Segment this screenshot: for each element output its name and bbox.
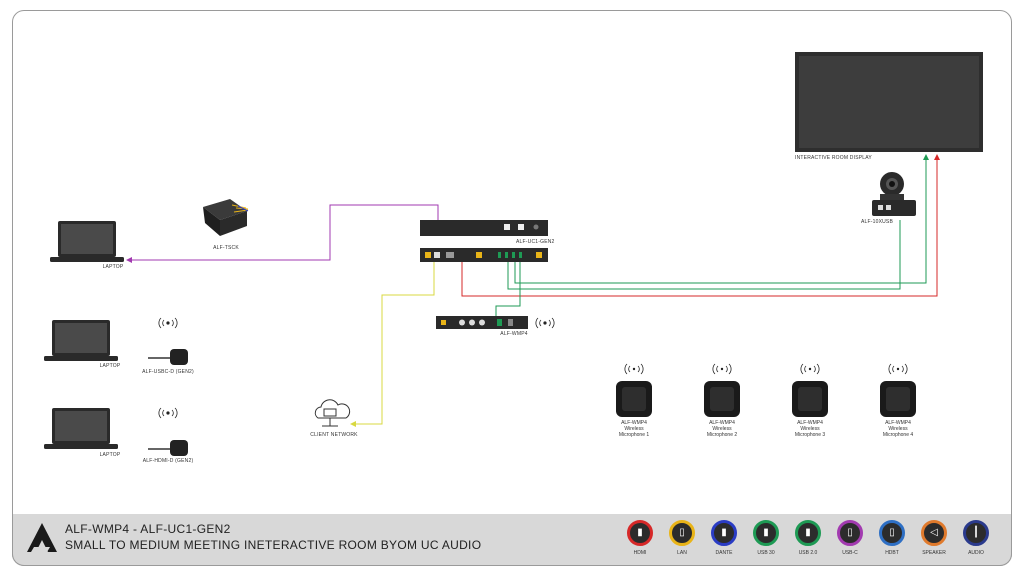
legend-label: HDBT	[885, 550, 899, 556]
mic-2-label: ALF-WMP4 Wireless Microphone 2	[706, 420, 738, 438]
wireless-mic-2-icon	[704, 363, 740, 417]
usb3-connector-icon: ▮	[753, 520, 779, 546]
legend-item-hdmi: ▮ HDMI	[622, 520, 658, 556]
legend-item-lan: ▯ LAN	[664, 520, 700, 556]
footer-title-description: SMALL TO MEDIUM MEETING INETERACTIVE ROO…	[65, 538, 482, 552]
usb-arrow-display	[923, 154, 929, 160]
speaker-icon: ◁	[921, 520, 947, 546]
legend-label: HDMI	[633, 550, 647, 556]
legend-glyph: ▮	[763, 527, 769, 538]
tsck-box-icon	[203, 199, 249, 236]
laptop-main-label: LAPTOP	[102, 264, 124, 270]
wireless-icon	[535, 317, 555, 329]
hdmi-dongle-label: ALF-HDMI-D (GEN2)	[142, 458, 194, 464]
laptop-main-icon	[50, 221, 124, 262]
hdmi-dongle-icon	[148, 440, 188, 456]
tsck-label: ALF-TSCK	[213, 245, 239, 251]
usb2-connector-icon: ▮	[795, 520, 821, 546]
lan-cable-network	[352, 260, 435, 425]
display-label: INTERACTIVE ROOM DISPLAY	[795, 155, 872, 161]
mic-3-label: ALF-WMP4 Wireless Microphone 3	[794, 420, 826, 438]
wmp4-label: ALF-WMP4	[500, 331, 528, 337]
legend-glyph: ▯	[679, 527, 685, 538]
usbc-connector-icon: ▯	[837, 520, 863, 546]
connection-diagram	[44, 52, 983, 456]
usbc-dongle-label: ALF-USBC-D (GEN2)	[142, 369, 194, 375]
legend-item-dante: ▮ DANTE	[706, 520, 742, 556]
wmp4-base-icon	[436, 316, 528, 329]
hdbt-connector-icon: ▯	[879, 520, 905, 546]
legend-glyph: ┃	[972, 527, 980, 538]
legend-item-hdbt: ▯ HDBT	[874, 520, 910, 556]
uc1-label: ALF-UC1-GEN2	[516, 239, 555, 245]
usbc-cable-tsck	[128, 204, 439, 261]
legend-label: AUDIO	[968, 550, 984, 556]
lan-connector-icon: ▯	[669, 520, 695, 546]
brand-logo-icon	[27, 523, 57, 552]
laptop-usbc-label: LAPTOP	[99, 363, 121, 369]
wireless-mic-1-icon	[616, 363, 652, 417]
wireless-icon	[158, 317, 178, 329]
legend-glyph: ▮	[721, 527, 727, 538]
legend-glyph: ▮	[805, 527, 811, 538]
legend-label: LAN	[677, 550, 687, 556]
laptop-hdmi-icon	[44, 408, 118, 449]
usbc-dongle-icon	[148, 349, 188, 365]
legend-glyph: ▯	[889, 527, 895, 538]
client-network-cloud-icon	[314, 399, 351, 427]
legend-label: DANTE	[715, 550, 733, 556]
network-label: CLIENT NETWORK	[310, 432, 358, 438]
wireless-mic-3-icon	[792, 363, 828, 417]
interactive-display-icon	[795, 52, 983, 152]
legend-label: SPEAKER	[922, 550, 946, 556]
laptop-usbc-icon	[44, 320, 118, 361]
lan-arrow	[350, 421, 356, 427]
legend-label: USB-C	[842, 550, 858, 556]
usb-cable-camera	[507, 220, 901, 290]
wireless-icon	[158, 407, 178, 419]
hdmi-connector-icon: ▮	[627, 520, 653, 546]
legend-item-usb-2-0: ▮ USB 2.0	[790, 520, 826, 556]
wireless-mic-4-icon	[880, 363, 916, 417]
legend-item-speaker: ◁ SPEAKER	[916, 520, 952, 556]
laptop-hdmi-label: LAPTOP	[99, 452, 121, 458]
ptz-camera-icon	[872, 172, 916, 216]
legend-item-usb-30: ▮ USB 30	[748, 520, 784, 556]
audio-connector-icon: ┃	[963, 520, 989, 546]
legend-glyph: ▯	[847, 527, 853, 538]
usbc-arrow	[126, 257, 132, 263]
dante-connector-icon: ▮	[711, 520, 737, 546]
legend-glyph: ◁	[930, 527, 938, 538]
legend-item-audio: ┃ AUDIO	[958, 520, 994, 556]
legend-glyph: ▮	[637, 527, 643, 538]
camera-label: ALF-10XUSB	[860, 219, 894, 225]
footer-title-products: ALF-WMP4 - ALF-UC1-GEN2	[65, 522, 231, 536]
legend-label: USB 30	[757, 550, 775, 556]
hdmi-arrow	[934, 154, 940, 160]
mic-4-label: ALF-WMP4 Wireless Microphone 4	[882, 420, 914, 438]
legend-label: USB 2.0	[798, 550, 818, 556]
mic-1-label: ALF-WMP4 Wireless Microphone 1	[618, 420, 650, 438]
legend-item-usb-c: ▯ USB-C	[832, 520, 868, 556]
